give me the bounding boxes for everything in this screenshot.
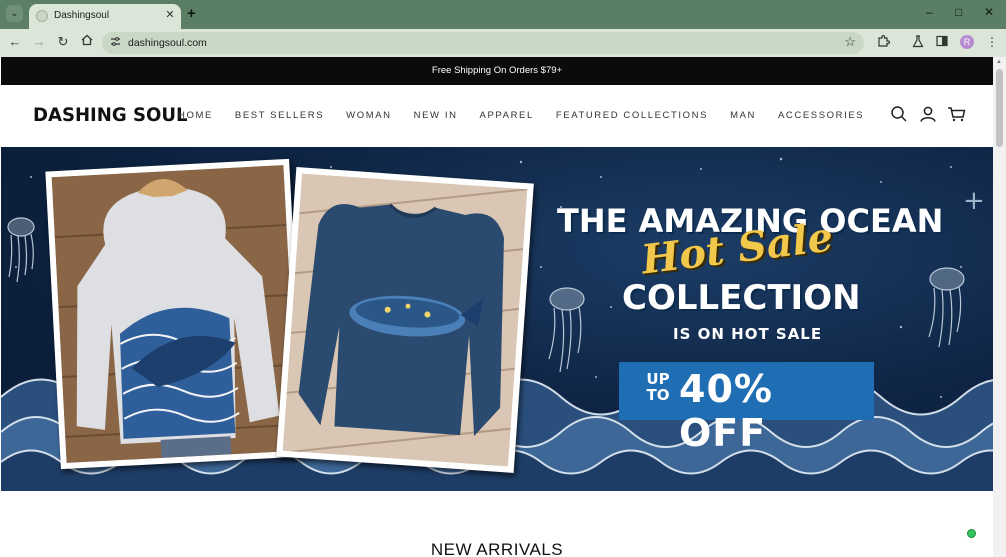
browser-tab[interactable]: Dashingsoul ✕ bbox=[29, 4, 181, 29]
hero-banner[interactable]: + THE AMAZING OCEAN Hot Sale COLLECTION … bbox=[1, 147, 993, 491]
favicon-icon bbox=[36, 10, 48, 22]
reload-icon[interactable]: ↻ bbox=[55, 34, 71, 50]
bookmark-star-icon[interactable]: ☆ bbox=[844, 34, 856, 50]
account-icon[interactable] bbox=[919, 105, 937, 123]
discount-value: 40% OFF bbox=[679, 367, 773, 455]
nav-apparel[interactable]: APPAREL bbox=[480, 110, 534, 121]
site-header: DASHING SOUL HOME BEST SELLERS WOMAN NEW… bbox=[1, 85, 993, 147]
nav-best-sellers[interactable]: BEST SELLERS bbox=[235, 110, 324, 121]
page-scrollbar[interactable]: ▲ bbox=[993, 57, 1006, 557]
forward-arrow-right-icon[interactable]: → bbox=[31, 34, 47, 49]
search-icon[interactable] bbox=[890, 105, 908, 123]
tab-close-icon[interactable]: ✕ bbox=[164, 8, 176, 21]
page-viewport: Free Shipping On Orders $79+ DASHING SOU… bbox=[1, 57, 993, 557]
nav-woman[interactable]: WOMAN bbox=[346, 110, 391, 121]
sidebar-icon[interactable] bbox=[936, 35, 948, 50]
nav-accessories[interactable]: ACCESSORIES bbox=[778, 110, 864, 121]
browser-toolbar: ← → ↻ dashingsoul.com ☆ R ⋮ bbox=[0, 29, 1006, 57]
minimize-icon[interactable]: – bbox=[926, 5, 933, 19]
extensions-puzzle-icon[interactable] bbox=[877, 34, 891, 51]
new-tab-plus-icon[interactable]: + bbox=[187, 5, 196, 22]
tab-title: Dashingsoul bbox=[54, 10, 110, 21]
discount-badge: UP TO 40% OFF bbox=[619, 362, 874, 455]
tab-strip: ⌄ Dashingsoul ✕ + – □ ✕ bbox=[0, 0, 1006, 29]
nav-featured-collections[interactable]: FEATURED COLLECTIONS bbox=[556, 110, 708, 121]
address-bar[interactable]: dashingsoul.com ☆ bbox=[102, 32, 864, 54]
hoodie-image bbox=[51, 165, 299, 463]
scroll-up-icon[interactable]: ▲ bbox=[996, 59, 1002, 65]
nav-man[interactable]: MAN bbox=[730, 110, 756, 121]
labs-flask-icon[interactable] bbox=[912, 35, 924, 51]
announcement-bar: Free Shipping On Orders $79+ bbox=[1, 57, 993, 85]
tab-search-chevron-down-icon[interactable]: ⌄ bbox=[6, 5, 23, 22]
new-arrivals-heading: NEW ARRIVALS bbox=[430, 540, 564, 557]
url-text[interactable]: dashingsoul.com bbox=[128, 37, 207, 49]
hoodie-product-photo[interactable] bbox=[45, 158, 305, 470]
svg-text:+: + bbox=[963, 186, 985, 216]
browser-window: ⌄ Dashingsoul ✕ + – □ ✕ ← → ↻ dashingsou… bbox=[0, 0, 1006, 557]
nav-home[interactable]: HOME bbox=[178, 110, 213, 121]
banner-subtitle: IS ON HOT SALE bbox=[673, 325, 823, 343]
nav-new-in[interactable]: NEW IN bbox=[414, 110, 458, 121]
main-nav: HOME BEST SELLERS WOMAN NEW IN APPAREL F… bbox=[178, 110, 886, 121]
site-info-icon[interactable] bbox=[110, 36, 121, 50]
home-icon[interactable] bbox=[79, 34, 95, 49]
discount-prefix: UP TO bbox=[646, 370, 670, 404]
sweatshirt-image bbox=[282, 173, 528, 467]
window-close-icon[interactable]: ✕ bbox=[984, 5, 994, 19]
profile-avatar[interactable]: R bbox=[960, 35, 974, 49]
banner-collection: COLLECTION bbox=[622, 278, 861, 318]
cart-icon[interactable] bbox=[947, 105, 966, 123]
chat-status-indicator[interactable] bbox=[967, 529, 976, 538]
back-arrow-left-icon[interactable]: ← bbox=[7, 34, 23, 49]
scroll-thumb[interactable] bbox=[996, 69, 1003, 147]
kebab-menu-icon[interactable]: ⋮ bbox=[986, 35, 998, 49]
maximize-icon[interactable]: □ bbox=[955, 5, 962, 19]
sweatshirt-product-photo[interactable] bbox=[276, 167, 534, 473]
site-logo[interactable]: DASHING SOUL bbox=[33, 104, 187, 126]
